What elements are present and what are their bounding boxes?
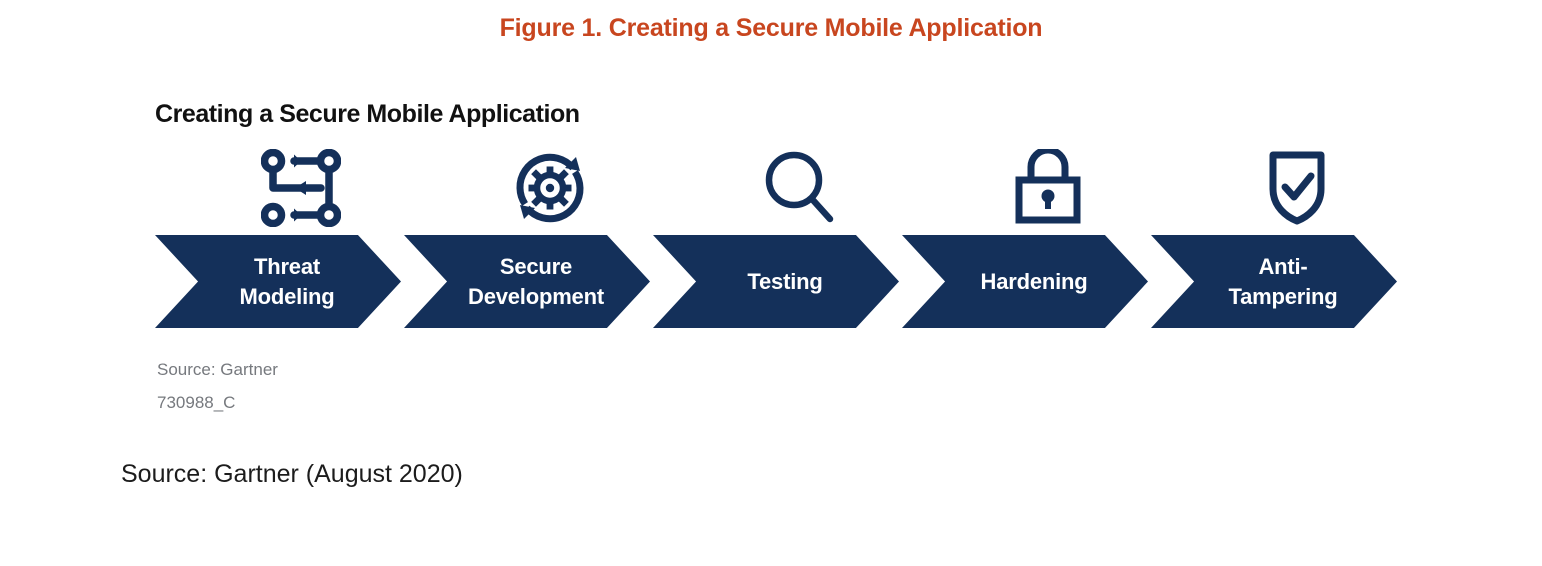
icon-cell-hardening — [925, 145, 1171, 227]
process-step-label: Anti- Tampering — [1210, 252, 1337, 310]
padlock-icon — [1008, 149, 1088, 227]
graphic-figure-id: 730988_C — [157, 393, 236, 413]
process-step-line1: Threat — [253, 254, 321, 280]
process-step-threat-modeling[interactable]: Threat Modeling — [155, 235, 401, 328]
process-chevron-row: Threat Modeling Secure Development Testing… — [155, 235, 1408, 331]
process-step-testing[interactable]: Testing — [653, 235, 899, 328]
icon-cell-threat-modeling — [178, 145, 424, 227]
graphic-source-block: Source: Gartner 730988_C — [157, 353, 1425, 419]
process-step-line2: Tampering — [1228, 283, 1338, 309]
bottom-source-line: Source: Gartner (August 2020) — [121, 460, 463, 488]
process-step-hardening[interactable]: Hardening — [902, 235, 1148, 328]
process-step-label: Testing — [729, 267, 822, 296]
process-step-label: Hardening — [963, 267, 1088, 296]
icon-cell-secure-development — [427, 145, 673, 227]
figure-caption: Figure 1. Creating a Secure Mobile Appli… — [499, 14, 1043, 42]
graphic-source-note: Source: Gartner — [157, 360, 278, 379]
process-step-line1: Hardening — [980, 268, 1088, 294]
shield-check-icon — [1257, 149, 1337, 227]
process-step-line1: Anti- — [1258, 254, 1308, 280]
icon-cell-anti-tampering — [1174, 145, 1420, 227]
process-step-line2: Modeling — [239, 283, 335, 309]
graphic-heading: Creating a Secure Mobile Application — [155, 100, 580, 128]
process-step-label: Threat Modeling — [222, 252, 335, 310]
process-icons-row — [178, 145, 1431, 227]
gear-refresh-icon — [510, 149, 590, 227]
magnifying-glass-icon — [759, 149, 839, 227]
figure-graphic: Creating a Secure Mobile Application Thr… — [155, 100, 1425, 419]
process-step-anti-tampering[interactable]: Anti- Tampering — [1151, 235, 1397, 328]
process-step-line2: Development — [468, 283, 604, 309]
process-step-label: Secure Development — [450, 252, 604, 310]
process-step-secure-development[interactable]: Secure Development — [404, 235, 650, 328]
icon-cell-testing — [676, 145, 922, 227]
threat-model-network-icon — [261, 149, 341, 227]
process-step-line1: Secure — [499, 254, 573, 280]
process-step-line1: Testing — [747, 268, 823, 294]
